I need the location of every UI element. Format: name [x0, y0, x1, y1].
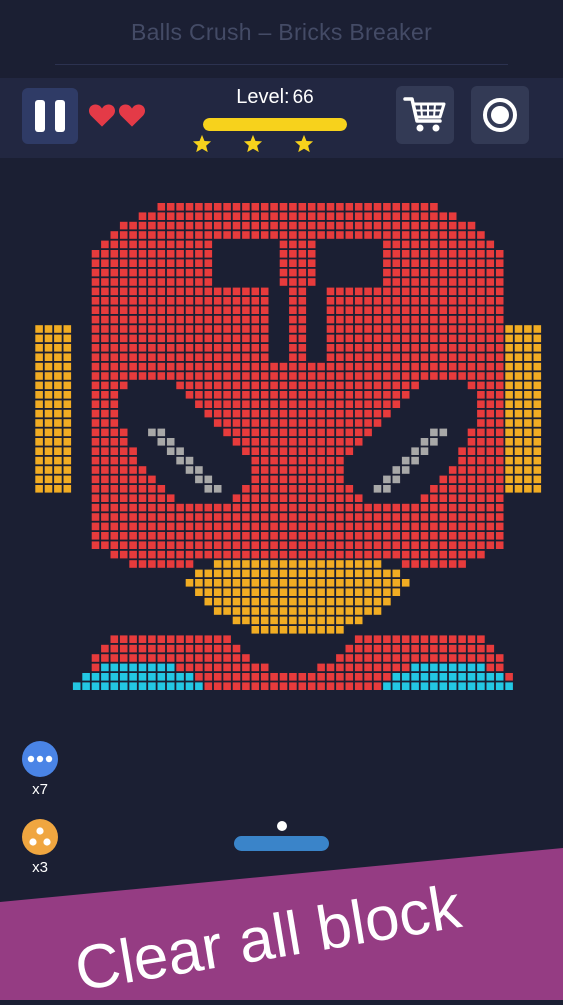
promo-banner	[0, 848, 563, 1000]
